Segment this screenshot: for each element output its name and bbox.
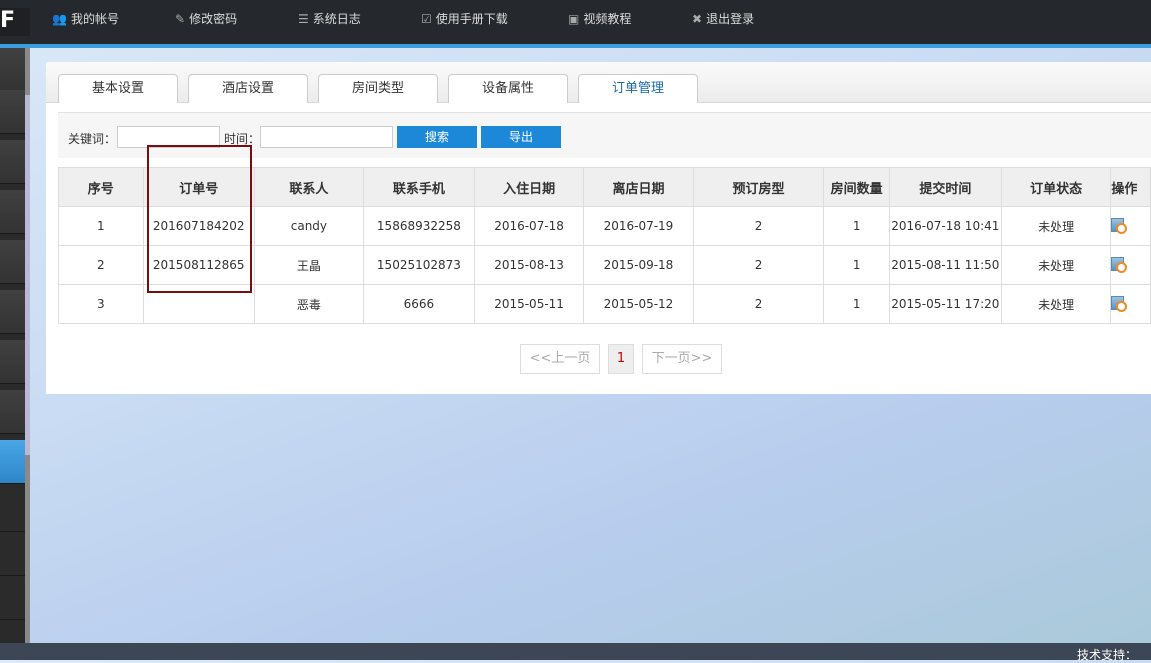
tab-room-types[interactable]: 房间类型: [318, 74, 438, 103]
table-cell: 2016-07-18 10:41: [888, 206, 1002, 246]
column-header: 入住日期: [473, 167, 585, 207]
column-header: 订单状态: [1000, 167, 1112, 207]
sidebar-item[interactable]: [0, 290, 25, 334]
list-icon: ☰: [298, 11, 309, 26]
sidebar-item-active[interactable]: [0, 440, 25, 484]
nav-change-password[interactable]: ✎ 修改密码: [175, 10, 237, 27]
accent-line: [0, 44, 1151, 48]
column-header: 预订房型: [692, 167, 825, 207]
sidebar-item[interactable]: [0, 532, 25, 576]
table-cell: 1: [823, 245, 890, 285]
nav-video-tutorial[interactable]: ▣ 视频教程: [568, 10, 631, 27]
column-header: 联系人: [253, 167, 364, 207]
sidebar-item[interactable]: [0, 488, 25, 532]
calendar-icon: ▣: [568, 11, 580, 26]
table-cell: 2015-05-11: [473, 284, 585, 324]
logo: F: [0, 8, 30, 36]
sidebar-item[interactable]: [0, 340, 25, 384]
sidebar-scrollbar[interactable]: [25, 48, 30, 643]
sidebar-item[interactable]: [0, 48, 25, 92]
action-cell: [1110, 245, 1151, 285]
table-cell: 2: [692, 284, 825, 324]
tab-basic-settings[interactable]: 基本设置: [58, 74, 178, 103]
nav-my-account[interactable]: 👥 我的帐号: [52, 10, 119, 27]
keyword-label: 关键词：: [68, 132, 117, 146]
view-order-icon[interactable]: [1111, 295, 1128, 312]
table-cell: 未处理: [1000, 284, 1112, 324]
nav-manual-download[interactable]: ☑ 使用手册下载: [421, 10, 508, 27]
page-1-button[interactable]: 1: [608, 344, 634, 374]
time-input[interactable]: [260, 126, 393, 148]
sidebar-item[interactable]: [0, 390, 25, 434]
table-cell: 2015-05-11 17:20: [888, 284, 1002, 324]
table-cell: 2015-05-12: [583, 284, 694, 324]
column-header: 操作: [1110, 167, 1151, 207]
tab-hotel-settings[interactable]: 酒店设置: [188, 74, 308, 103]
search-button[interactable]: 搜索: [397, 126, 477, 148]
table-cell: 未处理: [1000, 206, 1112, 246]
export-button[interactable]: 导出: [481, 126, 561, 148]
table-cell: 王晶: [253, 245, 364, 285]
sidebar: [0, 48, 25, 643]
table-cell: candy: [253, 206, 364, 246]
sidebar-item[interactable]: [0, 190, 25, 234]
table-cell: 2: [58, 245, 144, 285]
table-cell: 15025102873: [362, 245, 475, 285]
table-cell: 1: [823, 206, 890, 246]
column-header: 房间数量: [823, 167, 890, 207]
table-cell: 2015-09-18: [583, 245, 694, 285]
highlight-box: [147, 145, 252, 293]
prev-page-button[interactable]: <<上一页: [520, 344, 600, 374]
footer-text: 技术支持：: [1077, 648, 1138, 662]
action-cell: [1110, 284, 1151, 324]
sidebar-item[interactable]: [0, 90, 25, 134]
nav-label: 我的帐号: [70, 12, 119, 26]
sidebar-item[interactable]: [0, 140, 25, 184]
view-order-icon[interactable]: [1111, 217, 1128, 234]
table-cell: 恶毒: [253, 284, 364, 324]
nav-label: 退出登录: [706, 12, 755, 26]
next-page-button[interactable]: 下一页>>: [642, 344, 722, 374]
action-cell: [1110, 206, 1151, 246]
tab-equipment[interactable]: 设备属性: [448, 74, 568, 103]
top-bar: F 👥 我的帐号 ✎ 修改密码 ☰ 系统日志 ☑ 使用手册下载 ▣ 视频教程 ✖ 退出登录: [0, 0, 1151, 44]
table-cell: 2: [692, 245, 825, 285]
nav-label: 修改密码: [189, 12, 238, 26]
table-cell: 1: [58, 206, 144, 246]
column-header: 联系手机: [362, 167, 475, 207]
table-cell: 2016-07-19: [583, 206, 694, 246]
nav-system-log[interactable]: ☰ 系统日志: [298, 10, 361, 27]
nav-logout[interactable]: ✖ 退出登录: [692, 10, 754, 27]
column-header: 序号: [58, 167, 144, 207]
edit-icon: ✎: [175, 11, 186, 26]
sidebar-item[interactable]: [0, 240, 25, 284]
checkbox-icon: ☑: [421, 11, 432, 26]
nav-label: 系统日志: [312, 12, 361, 26]
close-icon: ✖: [692, 11, 703, 26]
nav-label: 视频教程: [583, 12, 632, 26]
footer: 技术支持：: [0, 643, 1151, 662]
nav-label: 使用手册下载: [435, 12, 508, 26]
scrollbar-thumb[interactable]: [25, 95, 30, 455]
table-cell: 2016-07-18: [473, 206, 585, 246]
table-cell: 2015-08-11 11:50: [888, 245, 1002, 285]
column-header: 离店日期: [583, 167, 694, 207]
table-cell: 1: [823, 284, 890, 324]
user-icon: 👥: [52, 11, 67, 26]
table-cell: 6666: [362, 284, 475, 324]
tab-order-management[interactable]: 订单管理: [578, 74, 698, 103]
sidebar-item[interactable]: [0, 576, 25, 620]
table-cell: 2: [692, 206, 825, 246]
view-order-icon[interactable]: [1111, 256, 1128, 273]
table-cell: 未处理: [1000, 245, 1112, 285]
table-cell: 3: [58, 284, 144, 324]
table-cell: 15868932258: [362, 206, 475, 246]
tab-bar: 基本设置 酒店设置 房间类型 设备属性 订单管理: [46, 62, 1151, 103]
column-header: 提交时间: [888, 167, 1002, 207]
table-cell: 2015-08-13: [473, 245, 585, 285]
